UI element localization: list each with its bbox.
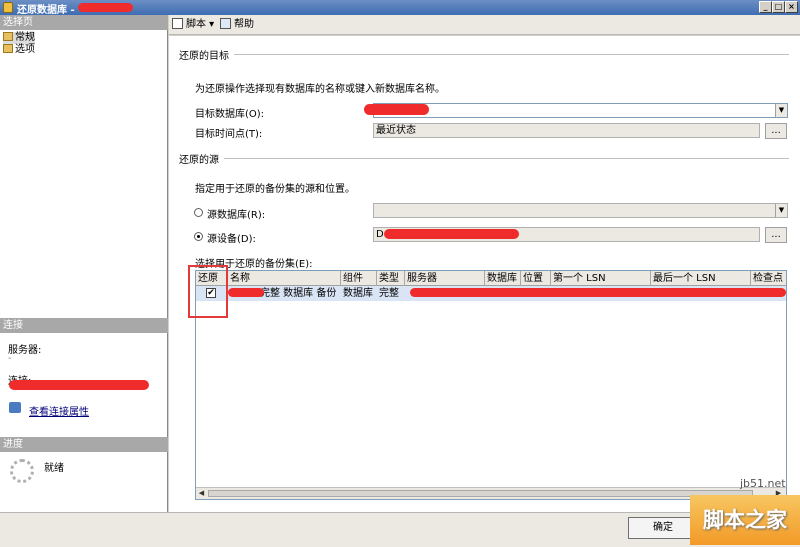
scroll-left-icon[interactable]: ◀ [196,489,207,498]
script-button[interactable]: 脚本 ▾ [172,18,214,32]
nav-item-options[interactable]: 选项 [3,44,35,56]
progress-spinner-icon [10,459,34,483]
backup-component: 数据库 [343,288,373,299]
column-header[interactable]: 服务器 [405,271,485,286]
page-icon [3,44,13,53]
progress-header: 进度 [0,437,168,452]
scroll-thumb[interactable] [208,490,753,497]
highlight-box [188,265,228,318]
backup-name: 完整 数据库 备份 [260,288,337,299]
help-label: 帮助 [234,19,254,30]
column-header[interactable]: 名称 [228,271,341,286]
nav-item-label: 选项 [15,44,35,55]
from-device-radio[interactable] [194,232,203,241]
view-connection-properties-link[interactable]: 查看连接属性 [29,403,89,418]
target-database-select[interactable]: ▼ [373,103,788,118]
column-header[interactable]: 检查点 [751,271,786,286]
column-header[interactable]: 组件 [341,271,377,286]
database-icon [3,2,13,13]
maximize-button[interactable]: □ [772,1,785,13]
progress-status: 就绪 [44,463,64,474]
destination-description: 为还原操作选择现有数据库的名称或键入新数据库名称。 [195,84,445,95]
target-time-label: 目标时间点(T): [195,129,263,140]
help-icon [220,18,231,29]
source-heading: 还原的源 [179,155,219,166]
redaction-mark [9,380,149,390]
server-label: 服务器: [8,345,42,356]
grid-header: 还原 名称 组件 类型 服务器 数据库 位置 第一个 LSN 最后一个 LSN … [196,271,786,286]
divider [234,54,789,55]
divider [224,158,789,159]
target-time-browse-button[interactable]: ... [765,123,787,139]
column-header[interactable]: 第一个 LSN [551,271,651,286]
redaction-mark [78,3,133,12]
window-title: 还原数据库 - [17,5,75,16]
destination-heading: 还原的目标 [179,51,229,62]
from-database-label: 源数据库(R): [207,210,266,221]
column-header[interactable]: 类型 [377,271,405,286]
watermark-brand: 脚本之家 [690,495,800,545]
minimize-button[interactable]: _ [759,1,772,13]
redaction-mark [384,229,519,239]
from-device-label: 源设备(D): [207,234,256,245]
from-database-select[interactable]: ▼ [373,203,788,218]
server-value: - [8,353,12,364]
ok-button[interactable]: 确定 [628,517,698,539]
chevron-down-icon[interactable]: ▼ [775,104,787,117]
page-icon [3,32,13,41]
backup-type: 完整 [379,288,399,299]
script-label: 脚本 ▾ [186,19,215,30]
from-database-radio[interactable] [194,208,203,217]
connection-properties-icon [9,402,21,413]
toolbar: 脚本 ▾ 帮助 [169,15,800,35]
left-pane: 选择页 常规 选项 连接 服务器: - 连接: 进度 [0,15,168,512]
nav-item-general[interactable]: 常规 [3,32,35,44]
target-database-label: 目标数据库(O): [195,109,265,120]
column-header[interactable]: 位置 [521,271,551,286]
redaction-mark [410,288,786,297]
help-button[interactable]: 帮助 [220,18,254,32]
source-description: 指定用于还原的备份集的源和位置。 [195,184,355,195]
script-icon [172,18,183,29]
connection-header: 连接 [0,318,168,333]
redaction-mark [364,104,429,115]
nav-item-label: 常规 [15,32,35,43]
watermark-site: jb51.net [740,477,786,490]
redaction-mark [228,288,264,297]
select-page-header: 选择页 [0,15,168,30]
column-header[interactable]: 最后一个 LSN [651,271,751,286]
column-header[interactable]: 数据库 [485,271,521,286]
from-device-browse-button[interactable]: ... [765,227,787,243]
backup-sets-grid: 还原 名称 组件 类型 服务器 数据库 位置 第一个 LSN 最后一个 LSN … [195,270,787,500]
chevron-down-icon[interactable]: ▼ [775,204,787,217]
close-button[interactable]: × [785,1,798,13]
target-time-field[interactable]: 最近状态 [373,123,760,138]
